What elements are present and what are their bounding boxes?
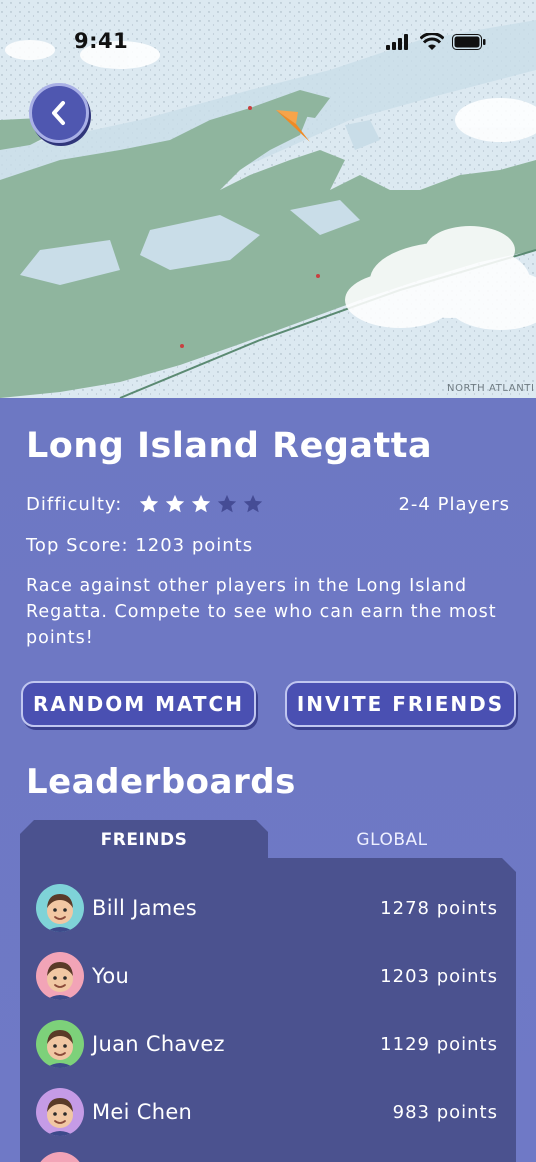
game-title: Long Island Regatta (26, 426, 433, 466)
map-label: NORTH ATLANTI (447, 383, 535, 394)
difficulty-label: Difficulty: (26, 494, 123, 515)
difficulty-rating (138, 493, 264, 515)
wifi-icon (420, 33, 444, 50)
avatar-face-icon (46, 1098, 74, 1136)
player-name: Juan Chavez (92, 1032, 225, 1056)
avatar (36, 952, 84, 1000)
chevron-left-icon (52, 101, 65, 125)
random-match-button[interactable]: RANDOM MATCH (21, 681, 256, 727)
game-description: Race against other players in the Long I… (26, 576, 497, 648)
top-score: Top Score: 1203 points (26, 535, 254, 556)
player-points: 1278 points (380, 898, 498, 919)
avatar (36, 1152, 84, 1162)
avatar-face-icon (46, 1030, 74, 1068)
player-points: 983 points (392, 1102, 498, 1123)
game-details-panel: Long Island Regatta Difficulty: 2-4 Play… (0, 398, 536, 1162)
battery-icon (452, 34, 486, 50)
leaderboards-heading: Leaderboards (26, 762, 296, 802)
status-icons (386, 33, 486, 51)
avatar-face-icon (46, 894, 74, 932)
back-button[interactable] (29, 83, 89, 143)
leaderboard-row[interactable]: You 1203 points (36, 952, 500, 1002)
tab-global[interactable]: GLOBAL (268, 820, 516, 860)
player-points: 1129 points (380, 1034, 498, 1055)
leaderboard-list: Bill James 1278 points You 1203 points J… (20, 858, 516, 1162)
map-view[interactable]: 9:41 NORTH ATLANTI (0, 0, 536, 398)
star-empty-icon (217, 494, 237, 513)
avatar (36, 1088, 84, 1136)
leaderboard-row[interactable]: Bill James 1278 points (36, 884, 500, 934)
player-name: Bill James (92, 896, 197, 920)
star-filled-icon (191, 494, 211, 513)
leaderboard-row[interactable]: Juan Chavez 1129 points (36, 1020, 500, 1070)
cellular-signal-icon (386, 34, 408, 50)
status-bar: 9:41 (0, 0, 536, 86)
player-points: 1203 points (380, 966, 498, 987)
leaderboard-row[interactable] (36, 1152, 500, 1162)
star-filled-icon (139, 494, 159, 513)
avatar (36, 1020, 84, 1068)
star-filled-icon (165, 494, 185, 513)
leaderboard-row[interactable]: Mei Chen 983 points (36, 1088, 500, 1138)
player-name: You (92, 964, 130, 988)
status-time: 9:41 (74, 29, 129, 53)
tab-friends[interactable]: FREINDS (20, 820, 268, 860)
star-empty-icon (243, 494, 263, 513)
player-name: Mei Chen (92, 1100, 193, 1124)
invite-friends-button[interactable]: INVITE FRIENDS (285, 681, 516, 727)
player-count: 2-4 Players (398, 494, 510, 515)
avatar-face-icon (36, 1152, 84, 1162)
avatar (36, 884, 84, 932)
avatar-face-icon (46, 962, 74, 1000)
game-meta-row: Difficulty: 2-4 Players (26, 494, 510, 516)
